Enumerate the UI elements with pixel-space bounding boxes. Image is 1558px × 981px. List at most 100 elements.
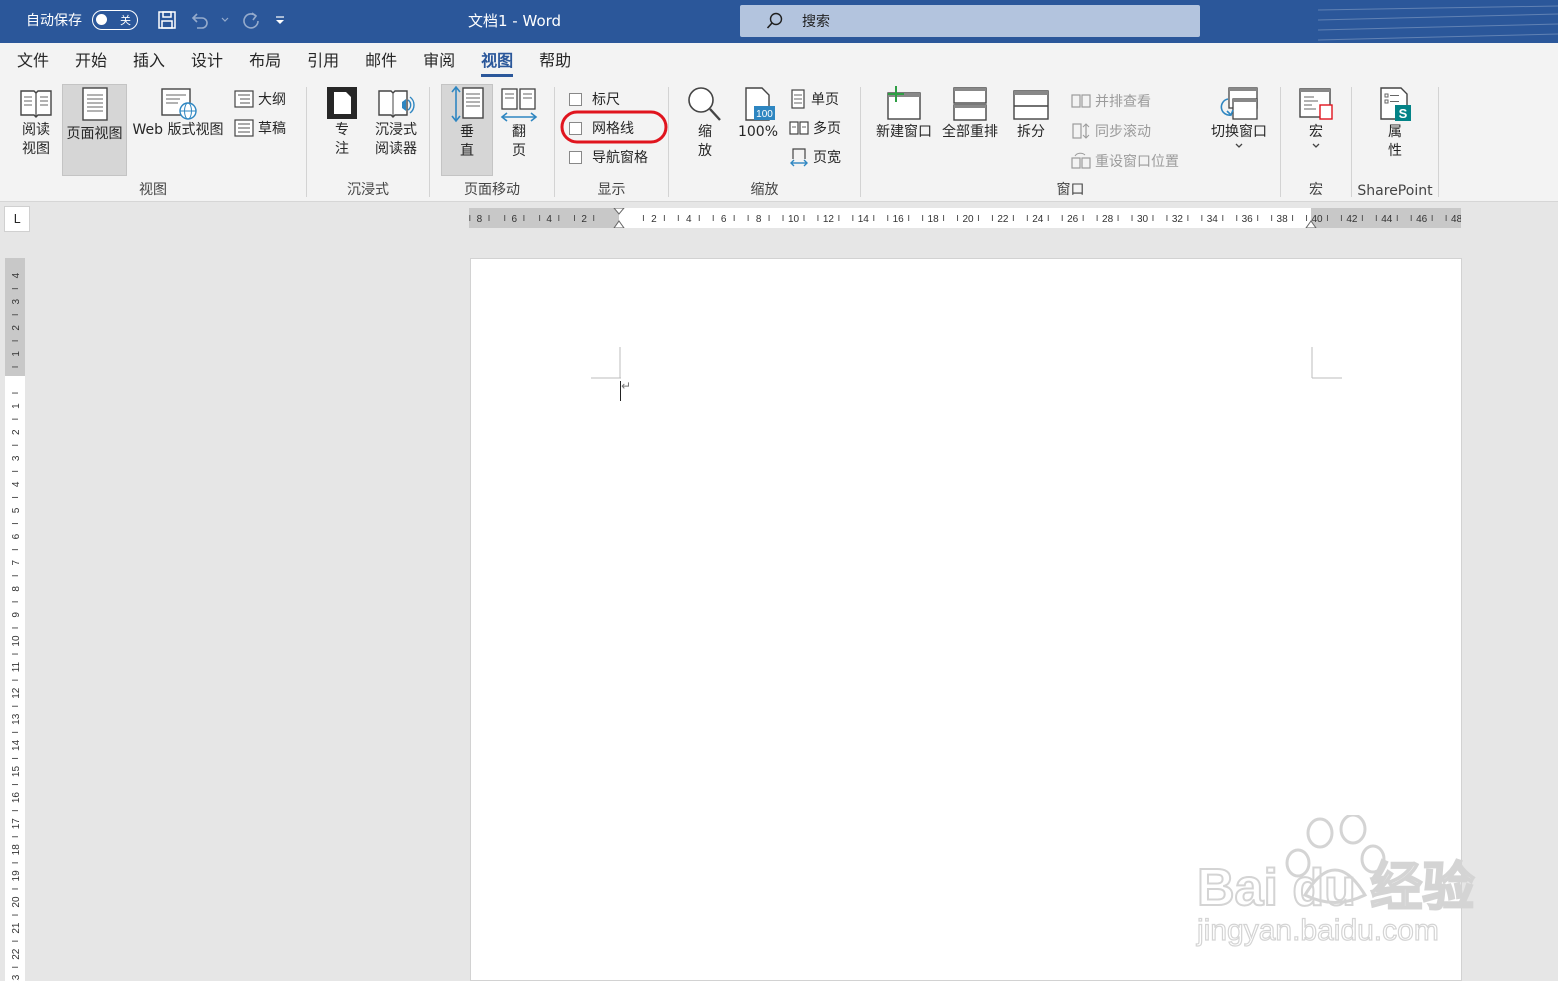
undo-icon[interactable]: [188, 9, 210, 31]
title-bar: 自动保存 关 文档1 - Word 搜索: [0, 0, 1558, 43]
immersive-group-label: 沉浸式: [347, 182, 389, 198]
outline-label: 大纲: [258, 92, 286, 108]
tab-1[interactable]: 开始: [75, 43, 107, 81]
tab-5[interactable]: 引用: [307, 43, 339, 81]
ruler-label: 8: [756, 214, 762, 225]
undo-dropdown-icon[interactable]: [220, 9, 230, 31]
ruler-label: 18: [11, 844, 22, 856]
nav-pane-checkbox[interactable]: 导航窗格: [569, 147, 648, 167]
zoom-100-button[interactable]: 100 100%: [735, 85, 781, 177]
properties-label-1: 属: [1388, 124, 1402, 140]
redo-icon[interactable]: [240, 9, 262, 31]
zoom-group: 缩 放 100 100% 单页 多页 页宽 缩放: [669, 81, 860, 202]
macros-icon: [1299, 88, 1333, 120]
page-width-icon: [790, 148, 808, 167]
ruler-label: 10: [11, 635, 22, 647]
ruler-label: 8: [477, 214, 483, 225]
save-icon[interactable]: [156, 9, 178, 31]
vertical-icon: [451, 85, 484, 123]
customize-qat-icon[interactable]: [272, 9, 288, 31]
page-width-label: 页宽: [813, 150, 841, 166]
ribbon: 阅读 视图 页面视图 Web 版式视图 大纲 草稿 视图 专 注 沉浸式 阅读器…: [0, 81, 1558, 202]
tab-2[interactable]: 插入: [133, 43, 165, 81]
immersive-reader-button[interactable]: 沉浸式 阅读器: [367, 85, 425, 177]
ruler-label: 22: [997, 214, 1009, 225]
ruler-label: 8: [11, 586, 22, 592]
zoom-group-label: 缩放: [750, 182, 779, 198]
tab-3[interactable]: 设计: [191, 43, 223, 81]
autosave-toggle[interactable]: 关: [92, 10, 138, 30]
ruler-label: 3: [11, 298, 22, 304]
ruler-label: 48: [1451, 214, 1461, 225]
ruler-checkbox[interactable]: 标尺: [569, 89, 620, 109]
new-window-button[interactable]: 新建窗口: [869, 85, 939, 177]
zoom-button[interactable]: 缩 放: [683, 85, 727, 177]
read-mode-button[interactable]: 阅读 视图: [12, 85, 60, 177]
properties-button[interactable]: S 属 性: [1374, 85, 1416, 177]
ruler-label: 11: [11, 661, 22, 672]
read-mode-label-1: 阅读: [22, 122, 50, 138]
draft-button[interactable]: 草稿: [234, 118, 286, 138]
one-page-icon: [791, 89, 805, 109]
multiple-pages-button[interactable]: 多页: [789, 118, 841, 138]
tab-stop-selector[interactable]: L: [4, 206, 30, 232]
outline-button[interactable]: 大纲: [234, 89, 286, 109]
ruler-label: 28: [1102, 214, 1114, 225]
reset-window-position-label: 重设窗口位置: [1095, 154, 1179, 170]
split-icon: [1013, 90, 1049, 120]
sync-scroll-label: 同步滚动: [1095, 124, 1151, 140]
ruler-checkbox-box[interactable]: [569, 92, 582, 106]
zoom-label-1: 缩: [698, 124, 712, 140]
autosave-label: 自动保存: [26, 13, 82, 29]
outline-icon: [234, 90, 254, 108]
ruler-label: 2: [11, 429, 22, 435]
sync-scroll-button[interactable]: 同步滚动: [1071, 121, 1151, 141]
vertical-button[interactable]: 垂 直: [441, 84, 493, 176]
ruler-label: 38: [1277, 214, 1289, 225]
ruler-label: 23: [11, 974, 22, 981]
quick-access-toolbar: 自动保存 关: [26, 9, 288, 31]
one-page-button[interactable]: 单页: [789, 89, 839, 109]
focus-button[interactable]: 专 注: [319, 85, 365, 177]
ruler-label: 24: [1032, 214, 1044, 225]
ruler-label: 20: [11, 896, 22, 908]
immersive-group: 专 注 沉浸式 阅读器 沉浸式: [307, 81, 429, 202]
svg-text:S: S: [1399, 106, 1408, 121]
toggle-knob: [96, 14, 107, 25]
print-layout-button[interactable]: 页面视图: [62, 84, 127, 176]
ruler-label: 15: [11, 766, 22, 778]
tab-6[interactable]: 邮件: [365, 43, 397, 81]
tab-0[interactable]: 文件: [17, 43, 49, 81]
ruler-label: 9: [11, 612, 22, 618]
vertical-ruler[interactable]: 4321123456789101112131415161718192021222…: [5, 258, 25, 981]
zoom-100-icon: 100: [745, 87, 775, 121]
arrange-all-button[interactable]: 全部重排: [939, 85, 1001, 177]
margin-corner-top-right: [1311, 347, 1342, 379]
horizontal-ruler[interactable]: 8 6 4 2 2 4 6 8 10 12 14 16 18 20 22 24 26 28 30 32 34 36 38 40…: [469, 208, 1461, 228]
reset-window-position-button[interactable]: 重设窗口位置: [1071, 151, 1179, 171]
ruler-label: 30: [1137, 214, 1149, 225]
macros-button[interactable]: 宏: [1293, 85, 1339, 177]
ribbon-tabs: 文件 开始 插入 设计 布局 引用 邮件 审阅 视图 帮助: [0, 43, 1558, 81]
web-layout-button[interactable]: Web 版式视图: [128, 85, 228, 177]
tab-9[interactable]: 帮助: [539, 43, 571, 81]
ruler-label: 44: [1381, 214, 1393, 225]
ruler-label: 14: [11, 739, 22, 751]
ruler-label: 21: [11, 922, 22, 934]
nav-pane-checkbox-box[interactable]: [569, 150, 582, 164]
sharepoint-group: S 属 性 SharePoint: [1352, 81, 1438, 202]
split-button[interactable]: 拆分: [1007, 85, 1055, 177]
document-title: 文档1 - Word: [468, 12, 562, 30]
side-to-side-button[interactable]: 翻 页: [496, 85, 542, 177]
zoom-label-2: 放: [698, 143, 712, 159]
page-width-button[interactable]: 页宽: [789, 147, 841, 167]
tab-7[interactable]: 审阅: [423, 43, 455, 81]
ruler-label: 5: [11, 507, 22, 513]
switch-windows-button[interactable]: 切换窗口: [1205, 85, 1273, 177]
side-by-side-button[interactable]: 并排查看: [1071, 91, 1151, 111]
search-box[interactable]: 搜索: [740, 5, 1200, 37]
tab-8[interactable]: 视图: [481, 43, 514, 81]
reset-window-position-icon: [1071, 152, 1091, 169]
tab-4[interactable]: 布局: [249, 43, 281, 81]
side-by-side-icon: [1071, 94, 1091, 108]
